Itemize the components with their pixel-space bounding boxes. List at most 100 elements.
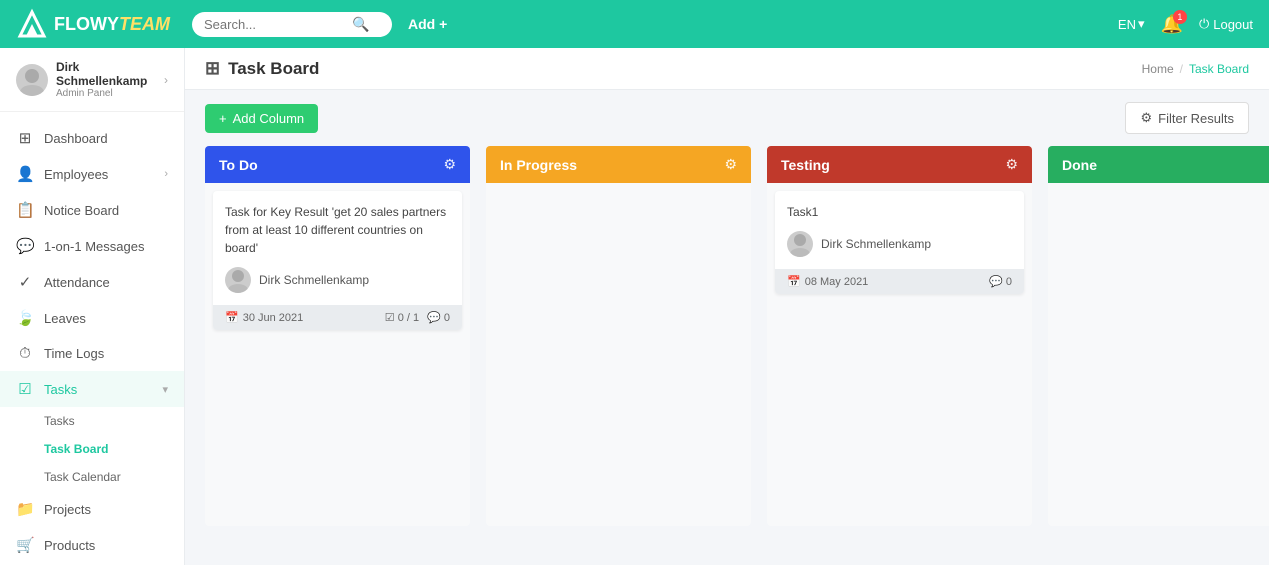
sidebar-item-projects[interactable]: 📁 Projects — [0, 491, 184, 527]
page-title: ⊞ Task Board — [205, 58, 319, 79]
sidebar-item-attendance[interactable]: ✓ Attendance — [0, 264, 184, 300]
sidebar-item-label: Tasks — [44, 382, 152, 397]
card-body: Task for Key Result 'get 20 sales partne… — [213, 191, 462, 305]
logo-text: FLOWYTEAM — [54, 14, 170, 35]
sidebar-item-label: Dashboard — [44, 131, 168, 146]
calendar-icon: 📅 — [225, 311, 239, 324]
breadcrumb: Home / Task Board — [1142, 62, 1249, 76]
language-selector[interactable]: EN ▾ — [1118, 16, 1145, 32]
notification-button[interactable]: 🔔 1 — [1161, 14, 1183, 35]
column-header-todo: To Do ⚙ — [205, 146, 470, 183]
card-footer-right: 💬 0 — [989, 275, 1012, 288]
user-chevron-icon: › — [164, 73, 168, 87]
column-settings-testing[interactable]: ⚙ — [1005, 156, 1018, 173]
sidebar-item-label: Leaves — [44, 311, 168, 326]
add-column-button[interactable]: + Add Column — [205, 104, 318, 133]
top-navigation: FLOWYTEAM 🔍 Add + EN ▾ 🔔 1 ⏻ Logout — [0, 0, 1269, 48]
column-header-done: Done ⚙ — [1048, 146, 1269, 183]
card-user: Dirk Schmellenkamp — [225, 267, 450, 293]
sidebar-nav: ⊞ Dashboard 👤 Employees › 📋 Notice Board… — [0, 112, 184, 565]
task-board-icon: ⊞ — [205, 58, 220, 79]
submenu-tasks[interactable]: Tasks — [44, 407, 184, 435]
card-footer: 📅 30 Jun 2021 ☑ 0 / 1 💬 0 — [213, 305, 462, 330]
sidebar-user[interactable]: Dirk Schmellenkamp Admin Panel › — [0, 48, 184, 112]
column-testing: Testing ⚙ Task1 Dirk Schmell — [767, 146, 1032, 526]
card-title: Task1 — [787, 203, 1012, 221]
column-header-testing: Testing ⚙ — [767, 146, 1032, 183]
messages-icon: 💬 — [16, 237, 34, 255]
app-logo: FLOWYTEAM — [16, 8, 176, 40]
content-area: ⊞ Task Board Home / Task Board + Add Col… — [185, 48, 1269, 565]
card-date: 📅 08 May 2021 — [787, 275, 868, 288]
column-settings-todo[interactable]: ⚙ — [443, 156, 456, 173]
dashboard-icon: ⊞ — [16, 129, 34, 147]
column-body-inprogress — [486, 183, 751, 526]
sidebar-item-time-logs[interactable]: ⏱ Time Logs — [0, 336, 184, 371]
card-title: Task for Key Result 'get 20 sales partne… — [225, 203, 450, 257]
comments-indicator: 💬 0 — [989, 275, 1012, 288]
sidebar-item-employees[interactable]: 👤 Employees › — [0, 156, 184, 192]
time-logs-icon: ⏱ — [16, 345, 34, 362]
sidebar-item-label: Projects — [44, 502, 168, 517]
notification-badge: 1 — [1173, 10, 1187, 24]
column-title-testing: Testing — [781, 157, 830, 173]
card-date: 📅 30 Jun 2021 — [225, 311, 303, 324]
column-body-todo: Task for Key Result 'get 20 sales partne… — [205, 183, 470, 526]
column-title-inprogress: In Progress — [500, 157, 577, 173]
kanban-board: To Do ⚙ Task for Key Result 'get 20 sale… — [205, 146, 1249, 526]
avatar — [16, 64, 48, 96]
add-button[interactable]: Add + — [408, 16, 447, 32]
sidebar-item-notice-board[interactable]: 📋 Notice Board — [0, 192, 184, 228]
logo-icon — [16, 8, 48, 40]
user-name: Dirk Schmellenkamp — [56, 60, 156, 88]
sidebar-item-label: Attendance — [44, 275, 168, 290]
table-row: Task for Key Result 'get 20 sales partne… — [213, 191, 462, 330]
card-user-name: Dirk Schmellenkamp — [259, 273, 369, 287]
card-footer: 📅 08 May 2021 💬 0 — [775, 269, 1024, 294]
leaves-icon: 🍃 — [16, 309, 34, 327]
tasks-icon: ☑ — [16, 380, 34, 398]
column-title-done: Done — [1062, 157, 1097, 173]
toolbar: + Add Column ⚙ Filter Results — [185, 90, 1269, 146]
search-input[interactable] — [204, 17, 344, 32]
sidebar-item-label: 1-on-1 Messages — [44, 239, 168, 254]
sidebar-item-dashboard[interactable]: ⊞ Dashboard — [0, 120, 184, 156]
avatar — [225, 267, 251, 293]
sidebar: Dirk Schmellenkamp Admin Panel › ⊞ Dashb… — [0, 48, 185, 565]
table-row: Task1 Dirk Schmellenkamp — [775, 191, 1024, 294]
filter-results-button[interactable]: ⚙ Filter Results — [1125, 102, 1249, 134]
card-footer-right: ☑ 0 / 1 💬 0 — [385, 311, 450, 324]
column-body-testing: Task1 Dirk Schmellenkamp — [767, 183, 1032, 526]
notice-board-icon: 📋 — [16, 201, 34, 219]
checklist-indicator: ☑ 0 / 1 — [385, 311, 419, 324]
logout-icon: ⏻ — [1199, 16, 1209, 32]
calendar-icon: 📅 — [787, 275, 801, 288]
search-icon: 🔍 — [352, 16, 369, 33]
nav-right-area: EN ▾ 🔔 1 ⏻ Logout — [1118, 14, 1253, 35]
sidebar-item-tasks[interactable]: ☑ Tasks ▾ — [0, 371, 184, 407]
sidebar-item-messages[interactable]: 💬 1-on-1 Messages — [0, 228, 184, 264]
chevron-down-icon: ▾ — [162, 383, 168, 396]
card-user-name: Dirk Schmellenkamp — [821, 237, 931, 251]
user-role: Admin Panel — [56, 88, 156, 99]
submenu-task-board[interactable]: Task Board — [44, 435, 184, 463]
avatar — [787, 231, 813, 257]
column-title-todo: To Do — [219, 157, 258, 173]
column-settings-inprogress[interactable]: ⚙ — [724, 156, 737, 173]
sidebar-item-products[interactable]: 🛒 Products — [0, 527, 184, 563]
projects-icon: 📁 — [16, 500, 34, 518]
sidebar-item-label: Employees — [44, 167, 154, 182]
submenu-task-calendar[interactable]: Task Calendar — [44, 463, 184, 491]
search-container: 🔍 — [192, 12, 392, 37]
chevron-right-icon: › — [164, 168, 168, 180]
sidebar-item-label: Notice Board — [44, 203, 168, 218]
sidebar-item-leaves[interactable]: 🍃 Leaves — [0, 300, 184, 336]
column-header-inprogress: In Progress ⚙ — [486, 146, 751, 183]
logout-button[interactable]: ⏻ Logout — [1199, 16, 1253, 32]
tasks-submenu: Tasks Task Board Task Calendar — [0, 407, 184, 491]
card-body: Task1 Dirk Schmellenkamp — [775, 191, 1024, 269]
column-body-done — [1048, 183, 1269, 526]
column-todo: To Do ⚙ Task for Key Result 'get 20 sale… — [205, 146, 470, 526]
column-done: Done ⚙ — [1048, 146, 1269, 526]
employees-icon: 👤 — [16, 165, 34, 183]
